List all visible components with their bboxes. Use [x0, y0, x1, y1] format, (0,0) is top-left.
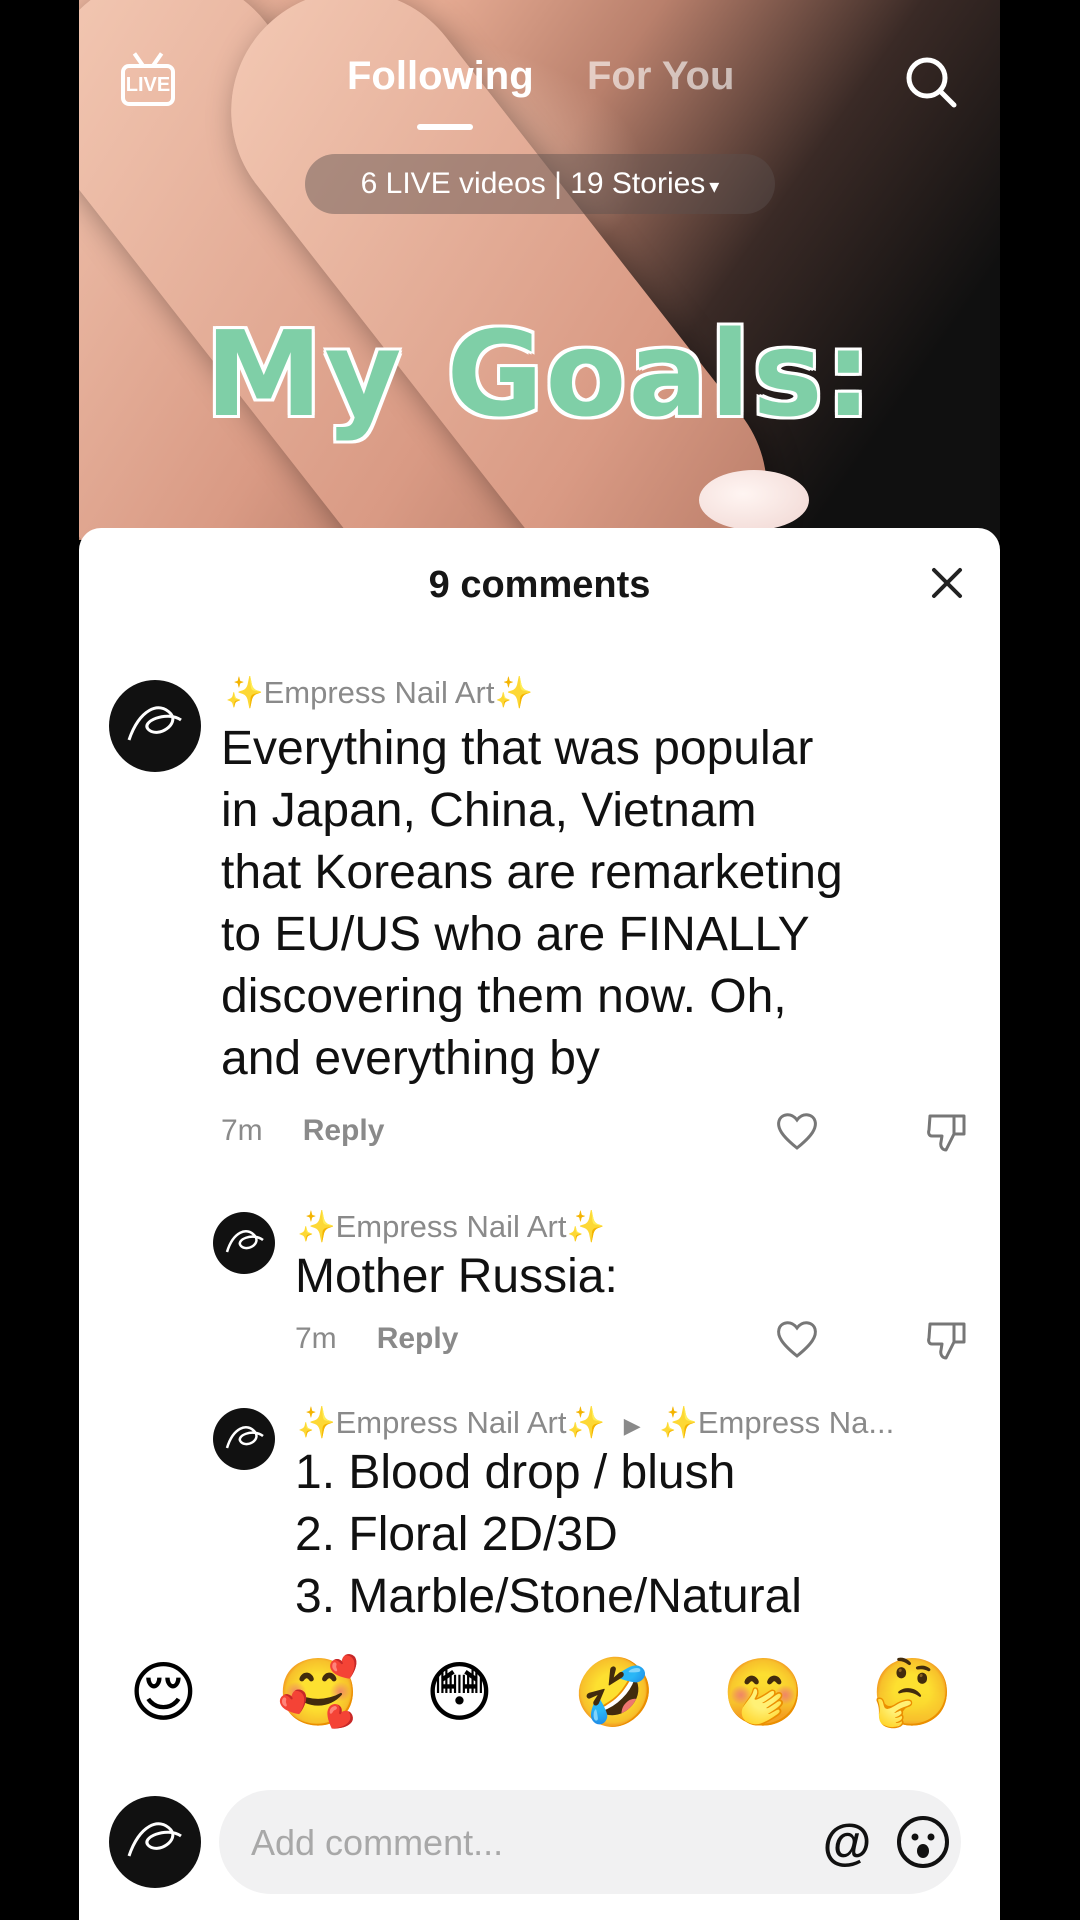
tab-for-you[interactable]: For You: [587, 54, 734, 99]
comments-count-title: 9 comments: [428, 564, 651, 606]
sparkles-icon: ✨: [566, 1209, 606, 1244]
tab-following[interactable]: Following: [347, 54, 534, 99]
active-tab-indicator: [417, 124, 473, 130]
comment-line: Everything that was popular: [221, 722, 814, 775]
app-screen: LIVE Following For You 6 LIVE videos | 1…: [79, 0, 1000, 1920]
my-avatar[interactable]: [109, 1796, 201, 1888]
live-label: LIVE: [121, 64, 175, 106]
comment-line: that Koreans are remarketing: [221, 846, 843, 899]
comment-time: 7m: [221, 1114, 263, 1147]
video-overlay-text: My Goals:: [205, 305, 874, 443]
comment-username[interactable]: ✨Empress Nail Art✨: [297, 1208, 605, 1245]
heart-icon[interactable]: [772, 1314, 822, 1364]
avatar[interactable]: [213, 1212, 275, 1274]
comment-line: 3. Marble/Stone/Natural: [295, 1570, 802, 1623]
thinking-face-emoji[interactable]: 🤔: [871, 1648, 953, 1738]
search-icon[interactable]: [901, 52, 961, 112]
hand-over-mouth-emoji[interactable]: 🤭: [722, 1648, 804, 1738]
avatar[interactable]: [213, 1408, 275, 1470]
sparkles-icon: ✨: [494, 675, 534, 710]
reply-button[interactable]: Reply: [377, 1322, 459, 1355]
comment-username[interactable]: ✨Empress Nail Art✨: [225, 674, 533, 711]
comment-meta: 7m Reply: [295, 1322, 458, 1356]
top-navigation: LIVE Following For You: [79, 40, 1000, 130]
sparkles-icon: ✨: [297, 1209, 336, 1244]
comment-line: Mother Russia:: [295, 1250, 618, 1303]
comment-line: discovering them now. Oh,: [221, 970, 787, 1023]
comment-text: Everything that was popular in Japan, Ch…: [221, 718, 843, 1090]
relieved-face-emoji[interactable]: 😌: [129, 1648, 198, 1738]
comment-username[interactable]: ✨Empress Nail Art✨ ▶ ✨Empress Na...: [297, 1404, 894, 1441]
sparkles-icon: ✨: [297, 1405, 336, 1440]
comment-text: Mother Russia:: [295, 1246, 618, 1308]
video-player[interactable]: LIVE Following For You 6 LIVE videos | 1…: [79, 0, 1000, 540]
flushed-face-emoji[interactable]: 😳: [425, 1648, 494, 1738]
comment-time: 7m: [295, 1322, 337, 1355]
emoji-picker-icon[interactable]: [895, 1814, 951, 1870]
reply-button[interactable]: Reply: [303, 1114, 385, 1147]
comment-meta: 7m Reply: [221, 1114, 384, 1148]
comment-text: 1. Blood drop / blush 2. Floral 2D/3D 3.…: [295, 1442, 802, 1628]
stories-text: 6 LIVE videos | 19 Stories: [360, 167, 706, 200]
chevron-down-icon: ▾: [709, 176, 720, 198]
dislike-icon[interactable]: [922, 1106, 972, 1156]
live-tv-icon[interactable]: LIVE: [119, 52, 181, 110]
heart-icon[interactable]: [772, 1106, 822, 1156]
emoji-quick-bar: 😌 🥰 😳 🤣 🤭 🤔: [79, 1648, 1000, 1738]
add-comment-input[interactable]: [249, 1790, 773, 1896]
rofl-emoji[interactable]: 🤣: [573, 1648, 655, 1738]
video-frame: [699, 470, 809, 530]
mention-button[interactable]: @: [819, 1814, 875, 1870]
smiling-face-with-hearts-emoji[interactable]: 🥰: [277, 1648, 359, 1738]
comment-line: to EU/US who are FINALLY: [221, 908, 810, 961]
close-icon[interactable]: [922, 558, 972, 608]
avatar[interactable]: [109, 680, 201, 772]
dislike-icon[interactable]: [922, 1314, 972, 1364]
sparkles-icon: ✨: [566, 1405, 606, 1440]
comment-line: in Japan, China, Vietnam: [221, 784, 757, 837]
reply-arrow-icon: ▶: [623, 1413, 641, 1438]
comment-line: 2. Floral 2D/3D: [295, 1508, 618, 1561]
sparkles-icon: ✨: [225, 675, 264, 710]
comment-input-bar: @: [219, 1790, 961, 1896]
comment-line: 1. Blood drop / blush: [295, 1446, 736, 1499]
live-stories-pill[interactable]: 6 LIVE videos | 19 Stories ▾: [305, 154, 775, 214]
comment-line: and everything by: [221, 1032, 600, 1085]
reply-to-username: Empress Na...: [697, 1405, 895, 1440]
sparkles-icon: ✨: [659, 1405, 698, 1440]
